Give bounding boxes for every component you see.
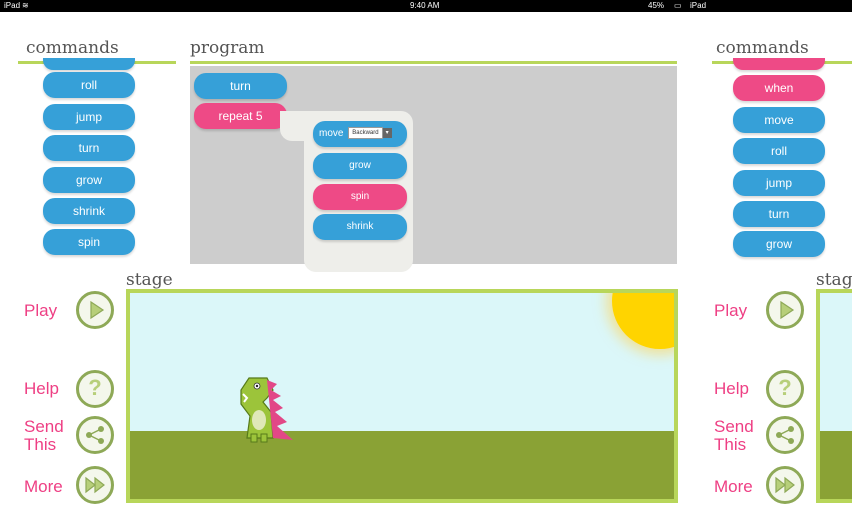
play-icon [90,300,105,320]
share-icon [776,426,794,444]
stage-canvas-right[interactable] [816,289,852,503]
program-block-spin[interactable]: spin [313,184,407,210]
play-label[interactable]: Play [24,302,57,320]
share-icon [86,426,104,444]
command-move-right[interactable]: move [733,107,825,133]
question-icon: ? [778,375,792,400]
direction-select[interactable]: Backward [348,127,383,140]
program-block-repeat[interactable]: repeat 5 [194,103,287,129]
move-label: move [319,128,344,139]
stage-heading: stage [126,270,173,290]
send-button[interactable] [76,416,114,454]
command-jump[interactable]: jump [43,104,135,130]
fast-forward-icon [85,476,105,494]
help-label-right[interactable]: Help [714,380,749,398]
stage-canvas[interactable] [126,289,678,503]
select-arrow-icon[interactable]: ▾ [382,128,392,139]
program-block-move[interactable]: move Backward ▾ [313,121,407,147]
command-shrink[interactable]: shrink [43,198,135,224]
command-when-right[interactable]: when [733,75,825,101]
clock: 9:40 AM [410,1,440,10]
device-label: iPad [4,1,21,10]
command-partial-right[interactable] [733,58,825,70]
sun [612,293,674,349]
more-label-right[interactable]: More [714,478,753,496]
command-grow[interactable]: grow [43,167,135,193]
wifi-icon: ≋ [22,1,29,10]
ground-right [820,431,852,499]
device-label-right: iPad [690,1,707,10]
send-this-label-right[interactable]: Send This [714,418,754,454]
command-turn[interactable]: turn [43,135,135,161]
help-label[interactable]: Help [24,380,59,398]
command-partial[interactable] [43,58,135,70]
play-icon [780,300,795,320]
dinosaur-character[interactable] [227,368,299,448]
command-turn-right[interactable]: turn [733,201,825,227]
commands-heading: commands [26,38,119,58]
send-label-line1-right: Send [714,417,754,436]
fast-forward-icon [775,476,795,494]
program-block-shrink[interactable]: shrink [313,214,407,240]
command-jump-right[interactable]: jump [733,170,825,196]
commands-heading-right: commands [716,38,809,58]
command-grow-right[interactable]: grow [733,231,825,257]
command-roll[interactable]: roll [43,72,135,98]
status-bar: iPad ≋ 9:40 AM 45% ▭ iPad [0,0,852,12]
stage-heading-right: stage [816,270,852,290]
play-button[interactable] [76,291,114,329]
send-button-right[interactable] [766,416,804,454]
more-button[interactable] [76,466,114,504]
send-this-label[interactable]: Send This [24,418,64,454]
battery-percent: 45% [648,1,665,10]
program-divider [190,61,677,64]
send-label-line1: Send [24,417,64,436]
help-button-right[interactable]: ? [766,370,804,408]
help-button[interactable]: ? [76,370,114,408]
play-label-right[interactable]: Play [714,302,747,320]
battery-icon: ▭ [674,1,682,10]
send-label-line2: This [24,435,57,454]
program-heading: program [190,38,265,58]
play-button-right[interactable] [766,291,804,329]
command-roll-right[interactable]: roll [733,138,825,164]
more-label[interactable]: More [24,478,63,496]
ground [130,431,674,499]
command-spin[interactable]: spin [43,229,135,255]
program-block-grow[interactable]: grow [313,153,407,179]
program-block-turn[interactable]: turn [194,73,287,99]
more-button-right[interactable] [766,466,804,504]
send-label-line2-right: This [714,435,747,454]
question-icon: ? [88,375,102,400]
